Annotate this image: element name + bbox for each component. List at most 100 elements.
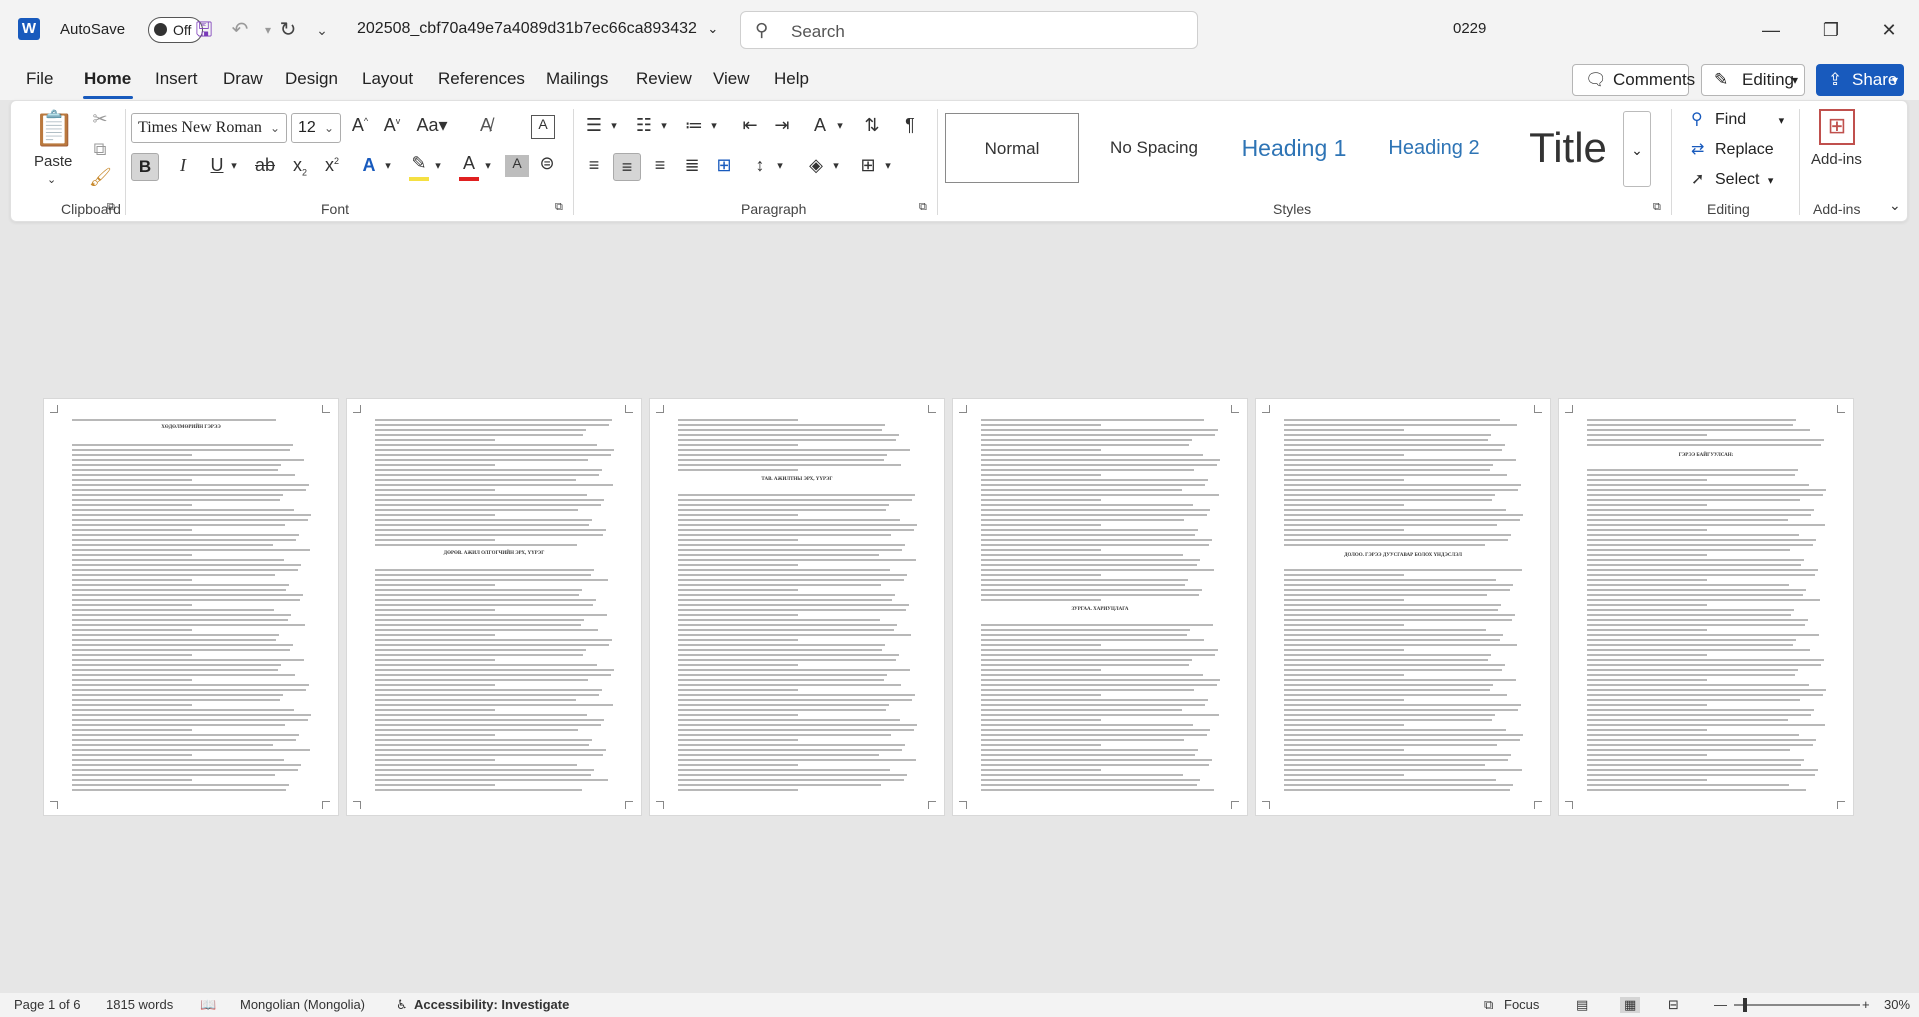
- style-heading-1[interactable]: Heading 1: [1229, 113, 1359, 183]
- format-painter-icon[interactable]: 🖌: [89, 167, 112, 188]
- align-center-icon[interactable]: ≡: [613, 153, 641, 181]
- dialog-launcher-icon[interactable]: ⧉: [555, 201, 563, 214]
- sort-icon[interactable]: ⇅: [859, 115, 885, 136]
- superscript-icon[interactable]: x2: [319, 155, 345, 176]
- tab-help[interactable]: Help: [774, 69, 809, 89]
- tab-draw[interactable]: Draw: [223, 69, 263, 89]
- minimize-icon[interactable]: —: [1748, 14, 1794, 46]
- style-heading-2[interactable]: Heading 2: [1367, 113, 1501, 183]
- tab-insert[interactable]: Insert: [155, 69, 198, 89]
- find-button[interactable]: ⚲ Find ▾: [1691, 109, 1784, 129]
- user-account[interactable]: 0229: [1453, 20, 1486, 37]
- distributed-icon[interactable]: ⊞: [711, 155, 737, 176]
- copy-icon[interactable]: ⧉: [89, 139, 111, 160]
- paste-label[interactable]: Paste: [34, 153, 72, 170]
- zoom-level[interactable]: 30%: [1884, 997, 1910, 1012]
- character-shading-icon[interactable]: A: [505, 155, 529, 177]
- chevron-down-icon[interactable]: ▾: [833, 119, 847, 132]
- replace-button[interactable]: ⇄ Replace: [1691, 139, 1774, 159]
- underline-icon[interactable]: U: [205, 155, 229, 176]
- font-color-icon[interactable]: A: [457, 153, 481, 174]
- chevron-down-icon[interactable]: ▾: [607, 119, 621, 132]
- zoom-out-icon[interactable]: —: [1714, 997, 1727, 1012]
- line-spacing-icon[interactable]: ↕: [747, 155, 773, 176]
- dialog-launcher-icon[interactable]: ⧉: [107, 201, 115, 214]
- restore-icon[interactable]: ❐: [1808, 14, 1854, 46]
- editing-mode-button[interactable]: ✎ Editing ▾: [1701, 64, 1805, 96]
- save-icon[interactable]: 🖫: [190, 16, 218, 44]
- zoom-slider[interactable]: [1734, 1004, 1860, 1006]
- styles-more-icon[interactable]: ⌄: [1623, 111, 1651, 187]
- subscript-icon[interactable]: x2: [287, 155, 313, 178]
- chevron-down-icon[interactable]: ▾: [829, 159, 843, 172]
- tab-review[interactable]: Review: [636, 69, 692, 89]
- clear-formatting-icon[interactable]: A̸: [473, 115, 499, 136]
- bold-button[interactable]: B: [131, 153, 159, 181]
- close-icon[interactable]: ✕: [1866, 14, 1912, 46]
- focus-mode-button[interactable]: Focus: [1504, 997, 1539, 1012]
- cut-icon[interactable]: ✂: [89, 109, 111, 130]
- style-title[interactable]: Title: [1509, 113, 1627, 183]
- page-4[interactable]: ЗУРГАА. ХАРИУЦЛАГА: [952, 398, 1248, 816]
- chevron-down-icon[interactable]: ⌄: [47, 173, 56, 186]
- align-left-icon[interactable]: ≡: [581, 155, 607, 176]
- paste-icon[interactable]: 📋: [33, 109, 75, 153]
- zoom-slider-thumb[interactable]: [1743, 998, 1747, 1012]
- shading-icon[interactable]: ◈: [803, 155, 829, 176]
- chevron-down-icon[interactable]: ▾: [481, 159, 495, 172]
- chevron-down-icon[interactable]: ▾: [773, 159, 787, 172]
- highlight-color-icon[interactable]: ✎: [407, 153, 431, 174]
- style-no-spacing[interactable]: No Spacing: [1087, 113, 1221, 183]
- decrease-indent-icon[interactable]: ⇤: [737, 115, 763, 136]
- page-count[interactable]: Page 1 of 6: [14, 997, 81, 1012]
- justify-icon[interactable]: ≣: [679, 155, 705, 176]
- chevron-down-icon[interactable]: ▾: [227, 159, 241, 172]
- tab-view[interactable]: View: [713, 69, 750, 89]
- font-family-select[interactable]: Times New Roman ⌄: [131, 113, 287, 143]
- numbering-icon[interactable]: ☷: [631, 115, 657, 136]
- chevron-down-icon[interactable]: ▾: [657, 119, 671, 132]
- add-ins-icon[interactable]: ⊞: [1819, 109, 1855, 145]
- language[interactable]: Mongolian (Mongolia): [240, 997, 365, 1012]
- collapse-ribbon-icon[interactable]: ⌄: [1889, 197, 1901, 214]
- tab-mailings[interactable]: Mailings: [546, 69, 608, 89]
- page-5[interactable]: ДОЛОО. ГЭРЭЭ ДУУСГАВАР БОЛОХ ҮНДЭСЛЭЛ: [1255, 398, 1551, 816]
- strikethrough-icon[interactable]: ab: [251, 155, 279, 176]
- zoom-in-icon[interactable]: +: [1862, 997, 1870, 1012]
- font-size-select[interactable]: 12 ⌄: [291, 113, 341, 143]
- chevron-down-icon[interactable]: ▾: [381, 159, 395, 172]
- search-box[interactable]: ⚲ Search: [740, 11, 1198, 49]
- style-normal[interactable]: Normal: [945, 113, 1079, 183]
- asian-layout-icon[interactable]: A: [807, 115, 833, 136]
- share-button[interactable]: ⇪ Share ▾: [1816, 64, 1904, 96]
- read-mode-icon[interactable]: ▤: [1576, 997, 1588, 1013]
- grow-font-icon[interactable]: A^: [347, 115, 373, 136]
- proofing-icon[interactable]: 📖: [200, 997, 216, 1013]
- page-6[interactable]: ГЭРЭЭ БАЙГУУЛСАН:: [1558, 398, 1854, 816]
- tab-design[interactable]: Design: [285, 69, 338, 89]
- accessibility-status[interactable]: Accessibility: Investigate: [414, 997, 569, 1012]
- select-button[interactable]: ➚ Select ▾: [1691, 169, 1773, 189]
- italic-icon[interactable]: I: [171, 155, 195, 176]
- print-layout-icon[interactable]: ▦: [1620, 997, 1641, 1013]
- shrink-font-icon[interactable]: Av: [379, 115, 405, 136]
- chevron-down-icon[interactable]: ▾: [881, 159, 895, 172]
- web-layout-icon[interactable]: ⊟: [1668, 997, 1679, 1013]
- bullets-icon[interactable]: ☰: [581, 115, 607, 136]
- add-ins-button-label[interactable]: Add-ins: [1811, 151, 1862, 168]
- page-1[interactable]: ХӨДӨЛМӨРИЙН ГЭРЭЭ: [43, 398, 339, 816]
- borders-icon[interactable]: ⊞: [855, 155, 881, 176]
- text-effects-icon[interactable]: A: [357, 155, 381, 176]
- increase-indent-icon[interactable]: ⇥: [769, 115, 795, 136]
- word-count[interactable]: 1815 words: [106, 997, 173, 1012]
- enclose-characters-icon[interactable]: ⊜: [535, 153, 559, 174]
- chevron-down-icon[interactable]: ▾: [431, 159, 445, 172]
- change-case-icon[interactable]: Aa▾: [415, 115, 449, 136]
- align-right-icon[interactable]: ≡: [647, 155, 673, 176]
- character-border-icon[interactable]: A: [531, 115, 555, 139]
- show-formatting-marks-icon[interactable]: ¶: [897, 115, 923, 136]
- page-3[interactable]: ТАВ. АЖИЛТНЫ ЭРХ, ҮҮРЭГ: [649, 398, 945, 816]
- undo-icon[interactable]: ↶: [226, 16, 254, 44]
- document-filename[interactable]: 202508_cbf70a49e7a4089d31b7ec66ca893432 …: [357, 20, 718, 38]
- chevron-down-icon[interactable]: ▾: [707, 119, 721, 132]
